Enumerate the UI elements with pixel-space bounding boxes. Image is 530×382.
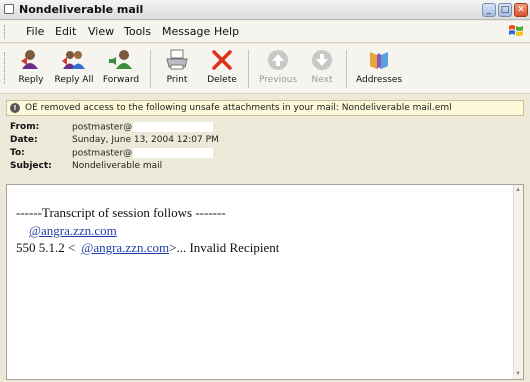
to-label: To: [10,148,25,158]
forward-person-icon [109,50,132,69]
date-value: Sunday, June 13, 2004 12:07 PM [72,135,219,145]
next-label: Next [311,75,333,85]
delete-x-icon [212,50,232,70]
delete-label: Delete [207,75,237,85]
security-info-text: OE removed access to the following unsaf… [25,103,452,113]
menu-grip-handle[interactable] [4,25,7,39]
message-header: From: postmaster@ Date: Sunday, June 13,… [6,118,524,182]
toolbar: Reply Reply All Forward Print Delete Pre… [0,44,530,94]
from-label: From: [10,122,40,132]
addresses-label: Addresses [356,75,403,85]
previous-label: Previous [258,75,298,85]
vertical-scrollbar[interactable]: ▲ ▼ [513,185,523,379]
print-button[interactable]: Print [160,47,194,85]
code-prefix: 550 5.1.2 < [16,240,76,255]
redacted-address [133,122,214,132]
toolbar-separator [150,50,151,88]
invalid-recipient-link[interactable]: @angra.zzn.com [81,240,169,255]
subject-label: Subject: [10,161,52,171]
security-info-bar: ! OE removed access to the following uns… [6,100,524,116]
recipient-link[interactable]: @angra.zzn.com [29,223,117,239]
minimize-button[interactable]: _ [482,3,496,17]
next-button[interactable]: Next [306,47,338,85]
close-button[interactable]: ✕ [514,3,528,17]
shield-warning-icon: ! [10,103,20,113]
forward-label: Forward [102,75,140,85]
maximize-button[interactable]: □ [498,3,512,17]
next-arrow-icon [312,50,332,70]
outlook-express-message-window: Nondeliverable mail _ □ ✕ File Edit View… [0,0,530,382]
toolbar-separator [346,50,347,88]
previous-button[interactable]: Previous [258,47,298,85]
forward-button[interactable]: Forward [100,47,142,85]
scroll-down-arrow-icon[interactable]: ▼ [515,371,521,377]
toolbar-separator [248,50,249,88]
reply-all-button[interactable]: Reply All [53,47,95,85]
redacted-address [133,148,214,158]
message-body[interactable]: ------Transcript of session follows ----… [6,184,524,380]
to-value[interactable]: postmaster@ [72,148,214,159]
previous-arrow-icon [268,50,288,70]
window-title: Nondeliverable mail [19,3,144,16]
subject-value: Nondeliverable mail [72,161,163,171]
scroll-up-arrow-icon[interactable]: ▲ [515,187,521,193]
printer-icon [166,49,188,70]
address-book-icon [370,52,388,69]
code-suffix: >... Invalid Recipient [169,240,280,255]
menu-help[interactable]: Help [214,25,239,38]
reply-all-label: Reply All [54,75,94,85]
toolbar-grip-handle[interactable] [4,52,7,84]
reply-label: Reply [18,75,44,85]
menu-tools[interactable]: Tools [124,25,151,38]
menu-view[interactable]: View [88,25,114,38]
transcript-line: ------Transcript of session follows ----… [16,205,226,220]
menu-bar: File Edit View Tools Message Help [0,21,530,43]
message-window-icon [4,4,14,14]
menu-edit[interactable]: Edit [55,25,76,38]
reply-all-people-icon [62,51,85,69]
windows-logo-icon [509,25,523,36]
addresses-button[interactable]: Addresses [356,47,402,85]
menu-file[interactable]: File [26,25,44,38]
date-label: Date: [10,135,38,145]
print-label: Print [166,75,188,85]
title-bar[interactable]: Nondeliverable mail _ □ ✕ [0,0,530,20]
menu-message[interactable]: Message [162,25,210,38]
invalid-recipient-line: 550 5.1.2 < @angra.zzn.com>... Invalid Re… [16,240,279,256]
reply-button[interactable]: Reply [14,47,48,85]
reply-person-icon [21,50,38,69]
from-value[interactable]: postmaster@ [72,122,214,133]
delete-button[interactable]: Delete [203,47,241,85]
